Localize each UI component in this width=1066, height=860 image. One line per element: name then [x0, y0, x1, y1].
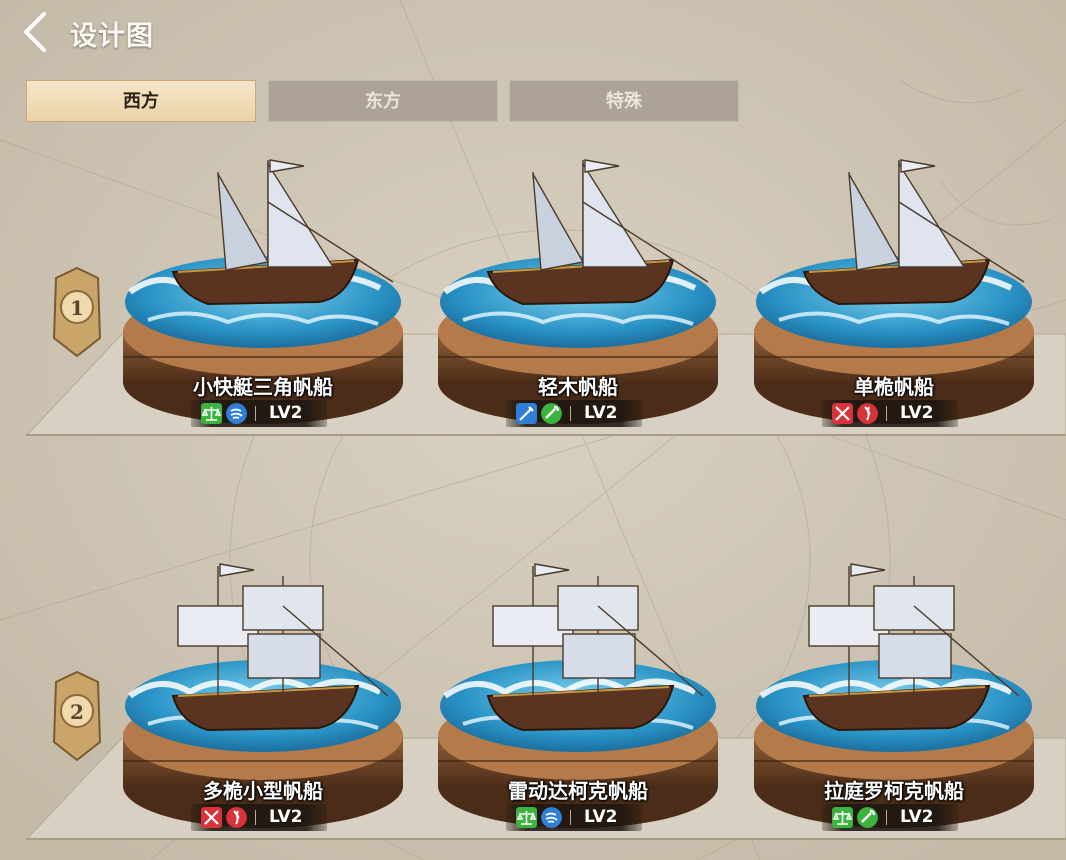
ship-level: LV2: [900, 403, 934, 423]
ship-name: 小快艇三角帆船: [193, 375, 333, 399]
wind-icon: [541, 807, 562, 828]
ship-attribute-bar: LV2: [822, 400, 958, 427]
tier-number: 1: [70, 296, 84, 320]
back-button[interactable]: [18, 10, 54, 54]
wind-icon: [226, 403, 247, 424]
ship-sails: [848, 159, 1025, 283]
divider: [255, 810, 256, 825]
ship-attribute-bar: LV2: [506, 400, 642, 427]
divider: [886, 810, 887, 825]
top-bar: 设计图: [0, 0, 1066, 64]
ship-card[interactable]: 多桅小型帆船 LV2: [118, 546, 408, 836]
tab-special[interactable]: 特殊: [509, 80, 739, 122]
ship-card[interactable]: 轻木帆船 LV2: [433, 142, 723, 432]
tab-east[interactable]: 东方: [268, 80, 498, 122]
tier-number: 2: [70, 700, 84, 724]
divider: [886, 406, 887, 421]
ship-attribute-bar: LV2: [506, 804, 642, 831]
balance-icon: [832, 807, 853, 828]
ship-level: LV2: [584, 403, 618, 423]
divider: [570, 406, 571, 421]
ship-level: LV2: [269, 807, 303, 827]
ship-sails: [217, 159, 394, 283]
ship-level: LV2: [900, 807, 934, 827]
ship-sails: [532, 159, 709, 283]
ship-name: 多桅小型帆船: [203, 779, 323, 803]
ship-name: 拉庭罗柯克帆船: [824, 779, 964, 803]
ship-level: LV2: [269, 403, 303, 423]
ship-attribute-bar: LV2: [822, 804, 958, 831]
divider: [570, 810, 571, 825]
divider: [255, 406, 256, 421]
ship-attribute-bar: LV2: [191, 400, 327, 427]
sword-icon: [516, 403, 537, 424]
ship-card[interactable]: 雷动达柯克帆船 LV2: [433, 546, 723, 836]
attack-icon: [226, 807, 247, 828]
attack-icon: [857, 403, 878, 424]
tab-west[interactable]: 西方: [26, 80, 256, 122]
page-title: 设计图: [70, 21, 154, 52]
balance-icon: [201, 403, 222, 424]
ship-name: 雷动达柯克帆船: [508, 779, 648, 803]
back-chevron-icon: [24, 12, 46, 52]
ship-card[interactable]: 拉庭罗柯克帆船 LV2: [749, 546, 1039, 836]
crossed-swords-icon: [832, 403, 853, 424]
repair-icon: [541, 403, 562, 424]
tier-badge-1: 1: [46, 266, 108, 362]
ship-card[interactable]: 小快艇三角帆船 LV2: [118, 142, 408, 432]
ship-name: 单桅帆船: [854, 375, 934, 399]
ship-name: 轻木帆船: [538, 375, 618, 399]
tier-badge-2: 2: [46, 670, 108, 766]
ship-card[interactable]: 单桅帆船 LV2: [749, 142, 1039, 432]
crossed-swords-icon: [201, 807, 222, 828]
repair-icon: [857, 807, 878, 828]
ship-attribute-bar: LV2: [191, 804, 327, 831]
ship-level: LV2: [584, 807, 618, 827]
balance-icon: [516, 807, 537, 828]
